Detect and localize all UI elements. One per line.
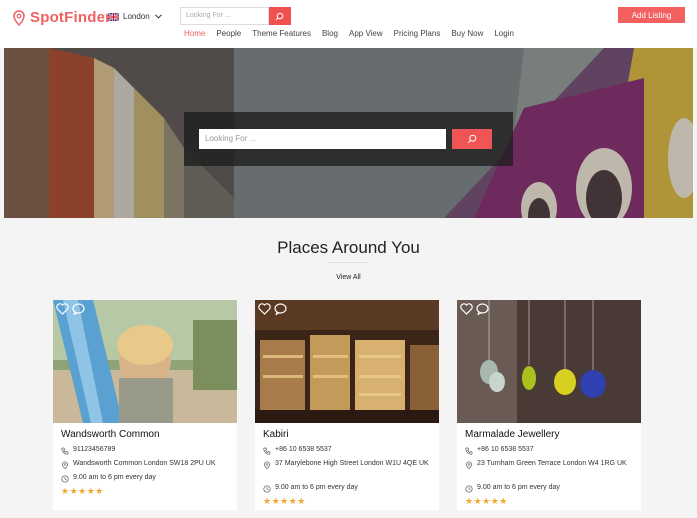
place-card[interactable]: Wandsworth Common 91123456789 Wandsworth… xyxy=(53,300,237,510)
place-address: 23 Turnham Green Terrace London W4 1RG U… xyxy=(465,460,637,469)
place-title[interactable]: Wandsworth Common xyxy=(61,429,160,440)
place-address: 37 Marylebone High Street London W1U 4QE… xyxy=(263,460,435,469)
hours-text: 9.00 am to 6 pm every day xyxy=(73,474,156,481)
place-address: Wandsworth Common London SW18 2PU UK xyxy=(61,460,233,469)
hero-search-button[interactable] xyxy=(452,129,492,149)
phone-icon xyxy=(61,447,69,455)
header-search-button[interactable] xyxy=(268,7,291,25)
card-actions xyxy=(460,303,489,315)
hours-text: 9.00 am to 6 pm every day xyxy=(477,484,560,491)
rating-stars: ★★★★★ xyxy=(465,496,508,506)
place-phone: 91123456789 xyxy=(61,446,233,455)
top-header: SpotFinder London Looking For ... Add Li… xyxy=(0,0,697,48)
address-text: 23 Turnham Green Terrace London W4 1RG U… xyxy=(477,460,627,467)
heart-icon[interactable] xyxy=(460,303,473,315)
main-nav: Home People Theme Features Blog App View… xyxy=(184,29,525,38)
place-phone: +86 10 6538 5537 xyxy=(263,446,435,455)
map-pin-icon xyxy=(13,9,25,26)
city-selector[interactable]: London xyxy=(108,12,162,21)
rating-stars: ★★★★★ xyxy=(263,496,306,506)
phone-text: +86 10 6538 5537 xyxy=(477,446,534,453)
heart-icon[interactable] xyxy=(56,303,69,315)
card-actions xyxy=(56,303,85,315)
rating-stars: ★★★★★ xyxy=(61,486,104,496)
location-pin-icon xyxy=(466,461,472,469)
address-text: 37 Marylebone High Street London W1U 4QE… xyxy=(275,460,429,467)
clock-icon xyxy=(465,485,473,493)
place-card[interactable]: Marmalade Jewellery +86 10 6538 5537 23 … xyxy=(457,300,641,510)
phone-text: +86 10 6538 5537 xyxy=(275,446,332,453)
search-icon xyxy=(467,134,477,144)
place-hours: 9.00 am to 6 pm every day xyxy=(61,474,233,483)
location-pin-icon xyxy=(62,461,68,469)
hours-text: 9.00 am to 6 pm every day xyxy=(275,484,358,491)
nav-buy-now[interactable]: Buy Now xyxy=(451,29,483,38)
phone-icon xyxy=(263,447,271,455)
nav-blog[interactable]: Blog xyxy=(322,29,338,38)
phone-icon xyxy=(465,447,473,455)
place-hours: 9.00 am to 6 pm every day xyxy=(263,484,435,493)
place-photo xyxy=(53,300,237,423)
header-search: Looking For ... xyxy=(180,7,291,25)
location-pin-icon xyxy=(264,461,270,469)
place-hours: 9.00 am to 6 pm every day xyxy=(465,484,637,493)
place-phone: +86 10 6538 5537 xyxy=(465,446,637,455)
chevron-down-icon xyxy=(154,14,162,19)
nav-people[interactable]: People xyxy=(216,29,241,38)
view-all-link[interactable]: View All xyxy=(0,274,697,281)
place-image[interactable] xyxy=(457,300,641,423)
clock-icon xyxy=(263,485,271,493)
phone-text: 91123456789 xyxy=(73,446,116,453)
comment-icon[interactable] xyxy=(274,303,287,315)
search-icon xyxy=(275,12,284,20)
logo-text: SpotFinder xyxy=(30,9,112,26)
comment-icon[interactable] xyxy=(476,303,489,315)
place-photo xyxy=(457,300,641,423)
add-listing-button[interactable]: Add Listing xyxy=(618,7,685,23)
address-text: Wandsworth Common London SW18 2PU UK xyxy=(73,460,216,467)
nav-home[interactable]: Home xyxy=(184,29,205,38)
uk-flag-icon xyxy=(108,12,119,21)
nav-pricing-plans[interactable]: Pricing Plans xyxy=(394,29,441,38)
title-divider xyxy=(329,262,367,263)
card-actions xyxy=(258,303,287,315)
city-label: London xyxy=(123,12,150,21)
logo[interactable]: SpotFinder xyxy=(12,9,111,26)
header-search-input[interactable]: Looking For ... xyxy=(180,7,269,25)
place-card[interactable]: Kabiri +86 10 6538 5537 37 Marylebone Hi… xyxy=(255,300,439,510)
comment-icon[interactable] xyxy=(72,303,85,315)
section-title: Places Around You xyxy=(277,238,420,257)
clock-icon xyxy=(61,475,69,483)
place-image[interactable] xyxy=(53,300,237,423)
heart-icon[interactable] xyxy=(258,303,271,315)
place-title[interactable]: Kabiri xyxy=(263,429,289,440)
place-title[interactable]: Marmalade Jewellery xyxy=(465,429,559,440)
nav-login[interactable]: Login xyxy=(494,29,514,38)
nav-app-view[interactable]: App View xyxy=(349,29,383,38)
place-photo xyxy=(255,300,439,423)
hero-search: Looking For ... xyxy=(199,129,492,149)
hero-search-input[interactable]: Looking For ... xyxy=(199,129,446,149)
nav-theme-features[interactable]: Theme Features xyxy=(252,29,311,38)
place-image[interactable] xyxy=(255,300,439,423)
